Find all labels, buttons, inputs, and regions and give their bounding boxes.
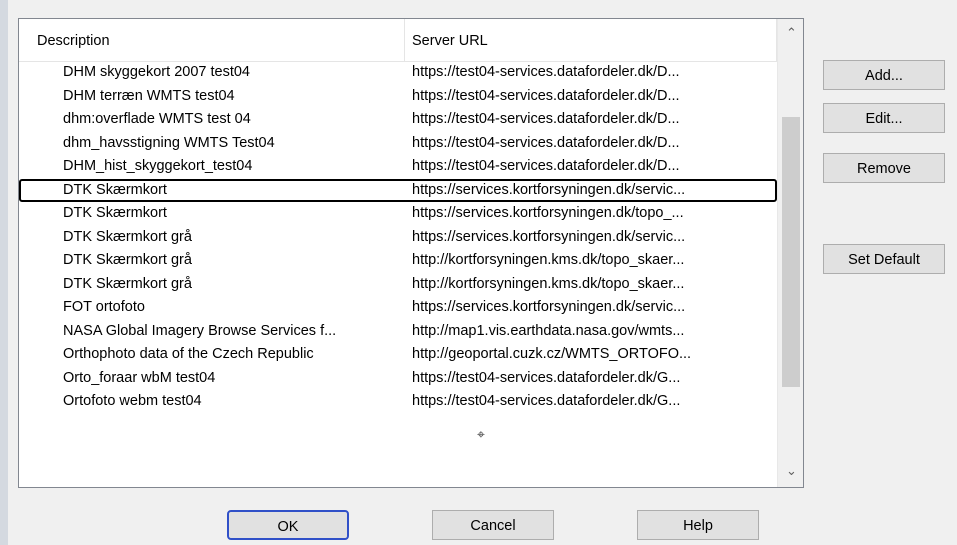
table-row[interactable]: DHM skyggekort 2007 test04 https://test04… bbox=[19, 61, 777, 85]
table-row[interactable]: dhm:overflade WMTS test 04 https://test04… bbox=[19, 108, 777, 132]
row-server-url: http://geoportal.cuzk.cz/WMTS_ORTOFO... bbox=[412, 346, 692, 362]
row-description: DTK Skærmkort grå bbox=[63, 228, 192, 245]
row-server-url: https://test04-services.datafordeler.dk/… bbox=[412, 134, 680, 151]
table-row[interactable]: DTK Skærmkort grå http://kortforsyningen.… bbox=[19, 249, 777, 273]
row-server-url: http://kortforsyningen.kms.dk/topo_skaer… bbox=[412, 275, 685, 292]
row-server-url: https://test04-services.datafordeler.dk/… bbox=[412, 111, 680, 127]
table-row-highlighted[interactable]: DTK Skærmkort https://services.kortforsyn… bbox=[19, 178, 777, 202]
row-server-url: https://test04-services.datafordeler.dk/… bbox=[412, 158, 680, 174]
row-server-url: http://kortforsyningen.kms.dk/topo_skaer… bbox=[412, 252, 685, 268]
row-server-url: https://services.kortforsyningen.dk/serv… bbox=[412, 299, 686, 315]
row-description: DHM skyggekort 2007 test04 bbox=[63, 64, 250, 80]
cancel-button[interactable]: Cancel bbox=[432, 510, 554, 540]
row-description: NASA Global Imagery Browse Services f... bbox=[63, 322, 337, 339]
row-description: dhm_havsstigning WMTS Test04 bbox=[63, 134, 275, 151]
vertical-scrollbar[interactable]: ⌃ ⌄ bbox=[777, 19, 803, 487]
row-description: Orthophoto data of the Czech Republic bbox=[63, 346, 314, 362]
list-rows: DHM skyggekort 2007 test04 https://test04… bbox=[19, 61, 777, 414]
list-header: Description Server URL bbox=[19, 19, 777, 62]
table-row[interactable]: Orthophoto data of the Czech Republic htt… bbox=[19, 343, 777, 367]
ok-button[interactable]: OK bbox=[227, 510, 349, 540]
table-row[interactable]: dhm_havsstigning WMTS Test04 https://test… bbox=[19, 132, 777, 156]
table-row[interactable]: Orto_foraar wbM test04 https://test04-ser… bbox=[19, 367, 777, 391]
row-server-url: https://test04-services.datafordeler.dk/… bbox=[412, 393, 681, 409]
table-row[interactable]: FOT ortofoto https://services.kortforsyni… bbox=[19, 296, 777, 320]
table-row[interactable]: Ortofoto webm test04 https://test04-servi… bbox=[19, 390, 777, 414]
server-list[interactable]: Description Server URL DHM skyggekort 20… bbox=[18, 18, 804, 488]
row-server-url: https://test04-services.datafordeler.dk/… bbox=[412, 369, 681, 386]
scrollbar-thumb[interactable] bbox=[782, 117, 800, 387]
row-description: dhm:overflade WMTS test 04 bbox=[63, 111, 251, 127]
row-server-url: https://services.kortforsyningen.dk/serv… bbox=[412, 228, 686, 245]
column-header-description[interactable]: Description bbox=[19, 19, 405, 61]
window-left-edge bbox=[0, 0, 8, 545]
row-server-url: http://map1.vis.earthdata.nasa.gov/wmts.… bbox=[412, 322, 685, 339]
row-description: FOT ortofoto bbox=[63, 299, 145, 315]
remove-button[interactable]: Remove bbox=[823, 153, 945, 183]
table-row[interactable]: DTK Skærmkort grå https://services.kortfo… bbox=[19, 226, 777, 250]
row-description: Orto_foraar wbM test04 bbox=[63, 369, 216, 386]
row-server-url: https://services.kortforsyningen.dk/serv… bbox=[412, 181, 686, 198]
table-row[interactable]: DTK Skærmkort grå http://kortforsyningen.… bbox=[19, 273, 777, 297]
scroll-up-icon[interactable]: ⌃ bbox=[778, 21, 803, 45]
row-server-url: https://services.kortforsyningen.dk/topo… bbox=[412, 205, 684, 221]
column-header-server-url[interactable]: Server URL bbox=[405, 19, 777, 61]
row-description: DTK Skærmkort grå bbox=[63, 252, 192, 268]
table-row[interactable]: DTK Skærmkort https://services.kortforsyn… bbox=[19, 202, 777, 226]
scroll-down-icon[interactable]: ⌄ bbox=[778, 459, 803, 483]
row-description: Ortofoto webm test04 bbox=[63, 393, 202, 409]
row-description: DTK Skærmkort bbox=[63, 205, 167, 221]
add-button[interactable]: Add... bbox=[823, 60, 945, 90]
row-description: DTK Skærmkort grå bbox=[63, 275, 192, 292]
set-default-button[interactable]: Set Default bbox=[823, 244, 945, 274]
help-button[interactable]: Help bbox=[637, 510, 759, 540]
mouse-cursor-icon: ⌖ bbox=[477, 426, 485, 442]
table-row[interactable]: DHM terræn WMTS test04 https://test04-ser… bbox=[19, 85, 777, 109]
row-server-url: https://test04-services.datafordeler.dk/… bbox=[412, 87, 680, 104]
table-row[interactable]: NASA Global Imagery Browse Services f...… bbox=[19, 320, 777, 344]
row-description: DHM_hist_skyggekort_test04 bbox=[63, 158, 253, 174]
row-description: DTK Skærmkort bbox=[63, 181, 167, 198]
row-server-url: https://test04-services.datafordeler.dk/… bbox=[412, 64, 680, 80]
table-row[interactable]: DHM_hist_skyggekort_test04 https://test04… bbox=[19, 155, 777, 179]
row-description: DHM terræn WMTS test04 bbox=[63, 87, 235, 104]
edit-button[interactable]: Edit... bbox=[823, 103, 945, 133]
